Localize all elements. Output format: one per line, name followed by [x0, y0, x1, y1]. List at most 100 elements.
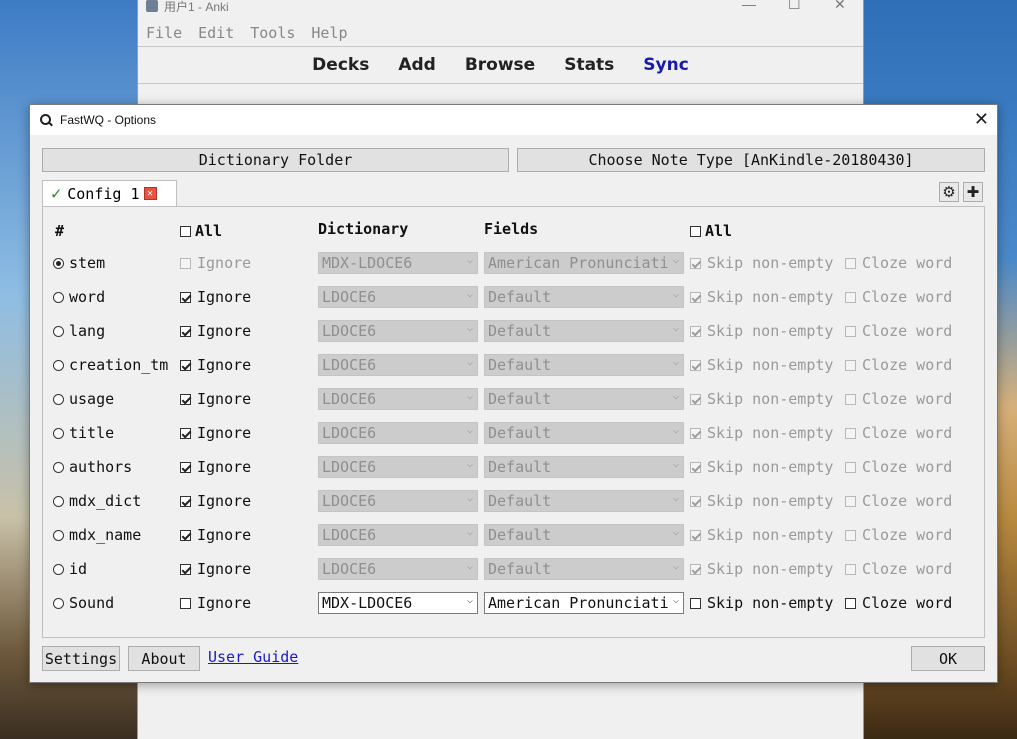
skip-non-empty-cell[interactable]: Skip non-empty	[690, 348, 833, 382]
dictionary-select[interactable]: LDOCE6 ⌵	[318, 422, 478, 444]
ignore-checkbox-cell[interactable]: Ignore	[180, 484, 251, 518]
dictionary-select[interactable]: LDOCE6 ⌵	[318, 558, 478, 580]
field-radio-cell[interactable]: Sound	[53, 586, 114, 620]
about-button[interactable]: About	[128, 646, 200, 671]
field-radio-cell[interactable]: id	[53, 552, 87, 586]
cloze-word-checkbox[interactable]	[845, 495, 856, 507]
field-radio[interactable]	[53, 325, 64, 337]
field-radio-cell[interactable]: stem	[53, 246, 105, 280]
skip-non-empty-checkbox[interactable]	[690, 359, 701, 371]
skip-non-empty-checkbox[interactable]	[690, 563, 701, 575]
cloze-word-checkbox[interactable]	[845, 393, 856, 405]
fields-select[interactable]: Default ⌵	[484, 286, 684, 308]
choose-note-type-button[interactable]: Choose Note Type [AnKindle-20180430]	[517, 148, 985, 172]
ignore-checkbox[interactable]	[180, 359, 191, 371]
ignore-checkbox-cell[interactable]: Ignore	[180, 416, 251, 450]
field-radio[interactable]	[53, 393, 64, 405]
dictionary-folder-button[interactable]: Dictionary Folder	[42, 148, 509, 172]
cloze-word-cell[interactable]: Cloze word	[845, 552, 952, 586]
skip-non-empty-cell[interactable]: Skip non-empty	[690, 416, 833, 450]
skip-non-empty-cell[interactable]: Skip non-empty	[690, 246, 833, 280]
ignore-checkbox-cell[interactable]: Ignore	[180, 552, 251, 586]
cloze-word-checkbox[interactable]	[845, 461, 856, 473]
cloze-word-cell[interactable]: Cloze word	[845, 314, 952, 348]
ignore-checkbox[interactable]	[180, 325, 191, 337]
select-all-skip-checkbox[interactable]	[690, 225, 701, 237]
ignore-checkbox-cell[interactable]: Ignore	[180, 280, 251, 314]
field-radio-cell[interactable]: mdx_dict	[53, 484, 141, 518]
skip-non-empty-cell[interactable]: Skip non-empty	[690, 280, 833, 314]
close-icon[interactable]: ✕	[974, 109, 989, 130]
dictionary-select[interactable]: LDOCE6 ⌵	[318, 354, 478, 376]
field-radio[interactable]	[53, 427, 64, 439]
cloze-word-cell[interactable]: Cloze word	[845, 382, 952, 416]
skip-non-empty-checkbox[interactable]	[690, 393, 701, 405]
dictionary-select[interactable]: LDOCE6 ⌵	[318, 524, 478, 546]
menu-file[interactable]: File	[146, 24, 182, 44]
field-radio[interactable]	[53, 529, 64, 541]
maximize-icon[interactable]: ☐	[788, 0, 801, 13]
ignore-checkbox-cell[interactable]: Ignore	[180, 382, 251, 416]
skip-non-empty-checkbox[interactable]	[690, 291, 701, 303]
fields-select[interactable]: Default ⌵	[484, 456, 684, 478]
skip-non-empty-checkbox[interactable]	[690, 529, 701, 541]
cloze-word-checkbox[interactable]	[845, 529, 856, 541]
toolbar-decks[interactable]: Decks	[312, 55, 369, 75]
ignore-checkbox[interactable]	[180, 529, 191, 541]
ignore-checkbox[interactable]	[180, 563, 191, 575]
dictionary-select[interactable]: LDOCE6 ⌵	[318, 320, 478, 342]
cloze-word-checkbox[interactable]	[845, 325, 856, 337]
fields-select[interactable]: American Pronunciati ⌵	[484, 252, 684, 274]
ignore-checkbox[interactable]	[180, 393, 191, 405]
ignore-checkbox[interactable]	[180, 257, 191, 269]
skip-non-empty-checkbox[interactable]	[690, 597, 701, 609]
fields-select[interactable]: Default ⌵	[484, 524, 684, 546]
skip-non-empty-cell[interactable]: Skip non-empty	[690, 382, 833, 416]
fields-select[interactable]: Default ⌵	[484, 354, 684, 376]
cloze-word-checkbox[interactable]	[845, 563, 856, 575]
skip-non-empty-cell[interactable]: Skip non-empty	[690, 552, 833, 586]
field-radio-cell[interactable]: authors	[53, 450, 132, 484]
skip-non-empty-checkbox[interactable]	[690, 461, 701, 473]
cloze-word-checkbox[interactable]	[845, 359, 856, 371]
skip-non-empty-cell[interactable]: Skip non-empty	[690, 518, 833, 552]
field-radio[interactable]	[53, 563, 64, 575]
cloze-word-checkbox[interactable]	[845, 597, 856, 609]
cloze-word-cell[interactable]: Cloze word	[845, 484, 952, 518]
skip-non-empty-checkbox[interactable]	[690, 495, 701, 507]
field-radio[interactable]	[53, 597, 64, 609]
cloze-word-cell[interactable]: Cloze word	[845, 246, 952, 280]
ignore-checkbox[interactable]	[180, 427, 191, 439]
ok-button[interactable]: OK	[911, 646, 985, 671]
field-radio-cell[interactable]: usage	[53, 382, 114, 416]
fields-select[interactable]: American Pronunciati ⌵	[484, 592, 684, 614]
toolbar-sync[interactable]: Sync	[643, 55, 689, 75]
ignore-checkbox-cell[interactable]: Ignore	[180, 314, 251, 348]
ignore-checkbox[interactable]	[180, 597, 191, 609]
dictionary-select[interactable]: LDOCE6 ⌵	[318, 456, 478, 478]
cloze-word-checkbox[interactable]	[845, 291, 856, 303]
fields-select[interactable]: Default ⌵	[484, 490, 684, 512]
cloze-word-cell[interactable]: Cloze word	[845, 450, 952, 484]
skip-non-empty-cell[interactable]: Skip non-empty	[690, 484, 833, 518]
settings-button[interactable]: Settings	[42, 646, 120, 671]
ignore-checkbox-cell[interactable]: Ignore	[180, 348, 251, 382]
fields-select[interactable]: Default ⌵	[484, 422, 684, 444]
menu-help[interactable]: Help	[311, 24, 347, 44]
add-tab-icon[interactable]: ✚	[963, 182, 983, 202]
ignore-checkbox[interactable]	[180, 291, 191, 303]
menu-edit[interactable]: Edit	[198, 24, 234, 44]
dictionary-select[interactable]: MDX-LDOCE6 ⌵	[318, 252, 478, 274]
fields-select[interactable]: Default ⌵	[484, 388, 684, 410]
cloze-word-cell[interactable]: Cloze word	[845, 518, 952, 552]
toolbar-add[interactable]: Add	[398, 55, 436, 75]
field-radio-cell[interactable]: title	[53, 416, 114, 450]
ignore-checkbox[interactable]	[180, 495, 191, 507]
field-radio[interactable]	[53, 257, 64, 269]
close-window-icon[interactable]: ✕	[834, 0, 846, 13]
skip-non-empty-checkbox[interactable]	[690, 325, 701, 337]
tab-close-icon[interactable]: ✕	[143, 187, 157, 200]
toolbar-stats[interactable]: Stats	[564, 55, 614, 75]
field-radio[interactable]	[53, 461, 64, 473]
cloze-word-cell[interactable]: Cloze word	[845, 280, 952, 314]
